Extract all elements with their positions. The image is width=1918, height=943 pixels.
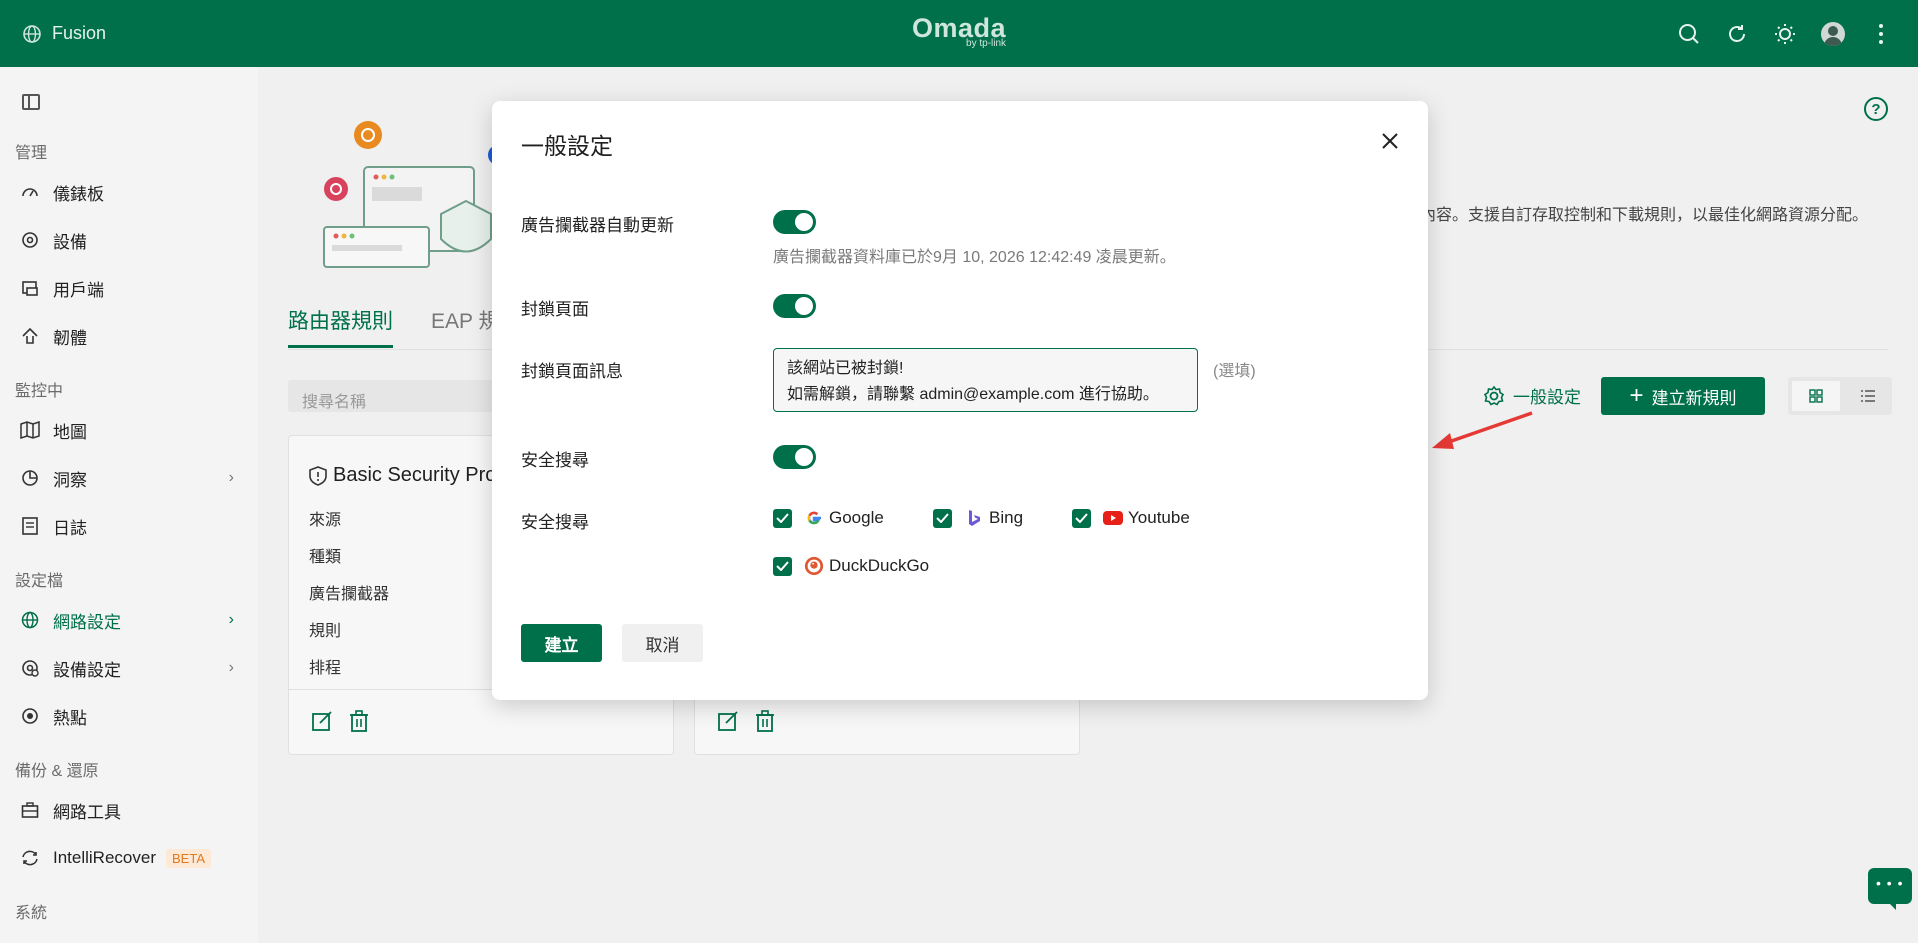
close-icon[interactable] [1378, 129, 1402, 153]
globe-icon [20, 610, 40, 630]
chevron-right-icon: › [228, 611, 234, 628]
section-manage: 管理 [15, 145, 48, 162]
plus-icon: + [1629, 382, 1644, 409]
checkbox-checked-icon[interactable] [1072, 508, 1091, 528]
google-icon [804, 508, 824, 528]
hotspot-icon [20, 706, 40, 726]
map-icon [20, 420, 40, 440]
sidebar-item-devices[interactable]: 設備 [20, 227, 242, 253]
rule-card-title: Basic Security Pro [309, 464, 496, 487]
section-profiles: 設定檔 [15, 573, 64, 590]
device-icon [20, 230, 40, 250]
shield-icon [309, 465, 327, 486]
site-selector[interactable]: Fusion [22, 23, 106, 44]
page-description: 內容。支援自訂存取控制和下載規則，以最佳化網路資源分配。 [1420, 207, 1869, 224]
optional-hint: (選填) [1213, 363, 1256, 380]
block-page-label: 封鎖頁面 [521, 300, 589, 319]
pie-chart-icon [20, 468, 40, 488]
globe-icon [23, 24, 41, 43]
safe-search-toggle[interactable] [773, 445, 816, 469]
view-toggle [1788, 377, 1892, 415]
edit-icon[interactable] [717, 710, 739, 732]
block-page-message-textarea[interactable]: 該網站已被封鎖! 如需解鎖，請聯繫 admin@example.com 進行協助… [773, 348, 1198, 412]
section-system: 系統 [15, 905, 48, 922]
rule-tabs: 路由器規則 EAP 規 [288, 305, 499, 348]
engine-duckduckgo[interactable]: DuckDuckGo [773, 556, 929, 576]
tab-router-rules[interactable]: 路由器規則 [288, 305, 393, 348]
card-row-label: 廣告攔截器 [309, 586, 390, 603]
adblock-update-hint: 廣告攔截器資料庫已於9月 10, 2026 12:42:49 凌晨更新。 [773, 249, 1176, 266]
sidebar-item-firmware[interactable]: 韌體 [20, 323, 242, 349]
sidebar-item-dashboard[interactable]: 儀錶板 [20, 179, 242, 205]
search-input[interactable]: 搜尋名稱 [288, 380, 498, 412]
log-icon [20, 516, 40, 536]
duckduckgo-icon [804, 556, 824, 576]
device-settings-icon [20, 658, 40, 678]
sidebar-item-map[interactable]: 地圖 [20, 417, 242, 443]
safe-search-label: 安全搜尋 [521, 451, 589, 470]
dialog-title: 一般設定 [521, 133, 613, 159]
chat-icon[interactable] [1868, 868, 1912, 910]
adblock-auto-update-label: 廣告攔截器自動更新 [521, 216, 674, 235]
sidebar-item-insight[interactable]: 洞察 › [20, 465, 242, 491]
chevron-right-icon: › [228, 659, 234, 676]
bing-icon [964, 508, 984, 528]
grid-view-icon[interactable] [1792, 381, 1840, 411]
adblock-auto-update-toggle[interactable] [773, 210, 816, 234]
chevron-right-icon: › [228, 469, 234, 486]
card-row-label: 種類 [309, 549, 342, 566]
gauge-icon [20, 182, 40, 202]
sidebar-item-device-config[interactable]: 設備設定 › [20, 655, 242, 681]
checkbox-checked-icon[interactable] [773, 508, 792, 528]
more-icon[interactable] [1868, 21, 1894, 47]
section-monitor: 監控中 [15, 383, 64, 400]
engine-bing[interactable]: Bing [933, 508, 1023, 528]
site-name: Fusion [52, 23, 107, 43]
block-page-message-label: 封鎖頁面訊息 [521, 362, 623, 381]
refresh-icon[interactable] [1724, 21, 1750, 47]
create-button[interactable]: 建立 [521, 624, 602, 662]
sidebar-item-network-config[interactable]: 網路設定 › [20, 607, 242, 633]
top-header: Fusion Omada by tp-link [0, 0, 1918, 67]
sidebar-item-clients[interactable]: 用戶端 [20, 275, 242, 301]
gear-icon [1483, 385, 1505, 406]
avatar[interactable] [1820, 21, 1846, 47]
beta-badge: BETA [166, 848, 211, 868]
checkbox-checked-icon[interactable] [773, 556, 792, 576]
sidebar-item-logs[interactable]: 日誌 [20, 513, 242, 539]
card-row-label: 排程 [309, 660, 342, 677]
sidebar-item-intellirecover[interactable]: IntelliRecover BETA [20, 845, 242, 871]
search-icon[interactable] [1676, 21, 1702, 47]
general-settings-dialog: 一般設定 廣告攔截器自動更新 廣告攔截器資料庫已於9月 10, 2026 12:… [492, 101, 1428, 700]
delete-icon[interactable] [349, 710, 369, 732]
sidebar-collapse-icon[interactable] [22, 94, 40, 110]
block-page-toggle[interactable] [773, 294, 816, 318]
adblock-illustration [323, 121, 506, 268]
card-row-label: 來源 [309, 512, 342, 529]
delete-icon[interactable] [755, 710, 775, 732]
safe-search-engines-label: 安全搜尋 [521, 513, 589, 532]
engine-google[interactable]: Google [773, 508, 884, 528]
theme-icon[interactable] [1772, 21, 1798, 47]
omada-logo: Omada by tp-link [911, 13, 1007, 49]
card-row-label: 規則 [309, 623, 342, 640]
youtube-icon [1103, 508, 1123, 528]
clients-icon [20, 278, 40, 298]
edit-icon[interactable] [311, 710, 333, 732]
list-view-icon[interactable] [1844, 377, 1892, 415]
cancel-button[interactable]: 取消 [622, 624, 703, 662]
annotation-arrow-icon [1432, 411, 1533, 449]
create-rule-button[interactable]: + 建立新規則 [1601, 377, 1765, 415]
checkbox-checked-icon[interactable] [933, 508, 952, 528]
recover-icon [20, 848, 40, 868]
sidebar-item-hotspot[interactable]: 熱點 [20, 703, 242, 729]
sidebar: 管理 儀錶板 設備 用戶端 韌體 監控中 地圖 洞察 › 日誌 設定檔 網路設定… [0, 67, 258, 943]
upgrade-icon [20, 326, 40, 346]
toolbox-icon [20, 800, 40, 820]
engine-youtube[interactable]: Youtube [1072, 508, 1190, 528]
help-icon[interactable]: ? [1864, 97, 1888, 121]
sidebar-item-network-tools[interactable]: 網路工具 [20, 797, 242, 823]
section-backup: 備份 & 還原 [15, 763, 99, 780]
tab-eap-rules[interactable]: EAP 規 [431, 305, 499, 348]
